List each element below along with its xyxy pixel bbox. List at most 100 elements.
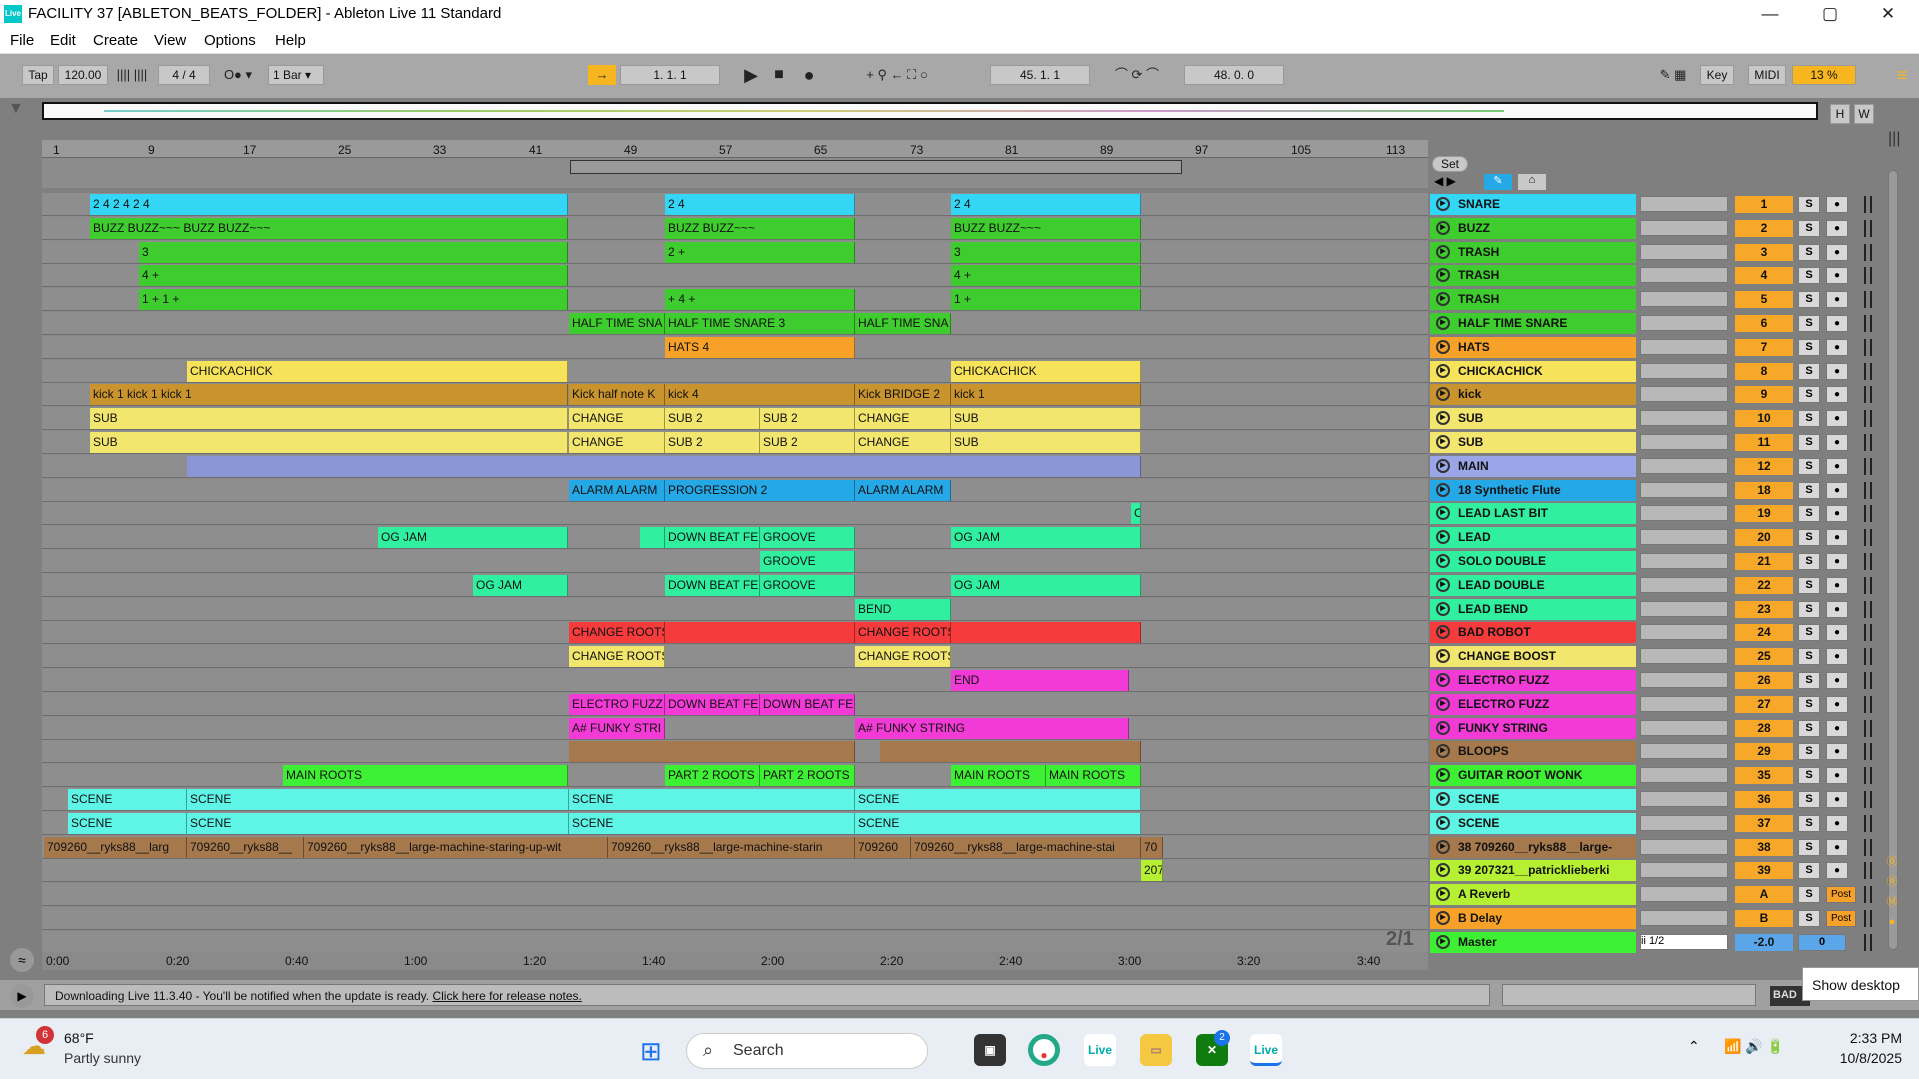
- arrangement-clip[interactable]: 1 + 1 +: [139, 289, 568, 311]
- track-header[interactable]: ▶ TRASH: [1430, 241, 1636, 263]
- arrangement-clip[interactable]: SCENE: [569, 789, 855, 810]
- solo-button[interactable]: S: [1798, 862, 1820, 880]
- arrangement-clip[interactable]: OG JAM: [951, 574, 1141, 596]
- arm-record-icon[interactable]: ●: [1826, 576, 1848, 594]
- track-lane[interactable]: [42, 645, 1428, 669]
- track-activator[interactable]: 35: [1735, 767, 1793, 785]
- track-volume-slot[interactable]: [1640, 553, 1728, 569]
- arrangement-clip[interactable]: [640, 527, 665, 549]
- arrangement-clip[interactable]: 4 +: [139, 265, 568, 287]
- arm-record-icon[interactable]: ●: [1826, 791, 1848, 808]
- clip-launch-icon[interactable]: ▶: [1436, 220, 1450, 235]
- track-header[interactable]: ▶ SOLO DOUBLE: [1430, 551, 1636, 572]
- follow-toggle-icon[interactable]: O● ▾: [216, 65, 260, 85]
- arm-record-icon[interactable]: ●: [1826, 862, 1848, 880]
- solo-button[interactable]: S: [1798, 315, 1820, 332]
- track-header[interactable]: ▶ BLOOPS: [1430, 741, 1636, 763]
- track-activator[interactable]: 29: [1735, 743, 1793, 761]
- track-volume-slot[interactable]: [1640, 910, 1728, 926]
- track-volume-slot[interactable]: [1640, 600, 1728, 617]
- track-lane[interactable]: [42, 716, 1428, 740]
- song-position-field[interactable]: 1. 1. 1: [620, 65, 720, 85]
- track-header[interactable]: ▶ Master: [1430, 931, 1636, 953]
- arrangement-clip[interactable]: CHICKACHICK: [951, 360, 1141, 382]
- solo-button[interactable]: S: [1798, 291, 1820, 309]
- clip-launch-icon[interactable]: ▶: [1436, 863, 1450, 878]
- arrangement-clip[interactable]: SCENE: [187, 789, 569, 810]
- solo-button[interactable]: S: [1798, 505, 1820, 523]
- arrangement-clip[interactable]: 3: [139, 241, 568, 263]
- track-activator[interactable]: 26: [1735, 672, 1793, 689]
- arrangement-clip[interactable]: 709260__ryks88__large-machine-staring-up…: [304, 836, 608, 858]
- set-button[interactable]: Set: [1432, 156, 1468, 172]
- clip-launch-icon[interactable]: ▶: [1436, 744, 1450, 759]
- arrangement-clip[interactable]: BUZZ BUZZ~~~: [665, 217, 855, 239]
- track-volume-slot[interactable]: [1640, 481, 1728, 498]
- track-header[interactable]: ▶ kick: [1430, 384, 1636, 406]
- track-header[interactable]: ▶ SUB: [1430, 408, 1636, 430]
- arrangement-clip[interactable]: + 4 +: [665, 289, 855, 311]
- solo-button[interactable]: S: [1798, 267, 1820, 285]
- arrangement-clip[interactable]: SUB: [951, 432, 1141, 453]
- track-header[interactable]: ▶ SUB: [1430, 432, 1636, 453]
- menu-lines-icon[interactable]: ≡: [1890, 65, 1914, 85]
- arm-record-icon[interactable]: ●: [1826, 672, 1848, 689]
- arrangement-clip[interactable]: 709260__ryks88__large-machine-stai: [911, 836, 1141, 858]
- track-header[interactable]: ▶ LEAD BEND: [1430, 598, 1636, 620]
- menu-edit[interactable]: Edit: [50, 32, 76, 49]
- stop-icon[interactable]: ■: [766, 65, 792, 85]
- track-lane[interactable]: [42, 907, 1428, 930]
- arrangement-clip[interactable]: GROOVE: [760, 574, 855, 596]
- solo-button[interactable]: S: [1798, 410, 1820, 428]
- clip-launch-icon[interactable]: ▶: [1436, 720, 1450, 735]
- arrangement-clip[interactable]: CHANGE ROOTS: [855, 622, 951, 644]
- loop-start-field[interactable]: 45. 1. 1: [990, 65, 1090, 85]
- solo-button[interactable]: S: [1798, 767, 1820, 785]
- arrangement-clip[interactable]: SUB 2: [665, 432, 760, 453]
- arrangement-clip[interactable]: kick 4: [665, 384, 855, 406]
- arrangement-clip[interactable]: 4 +: [951, 265, 1141, 287]
- arrangement-clip[interactable]: Kick BRIDGE 2: [855, 384, 951, 406]
- arm-record-icon[interactable]: ●: [1826, 362, 1848, 380]
- clip-launch-icon[interactable]: ▶: [1436, 435, 1450, 449]
- track-activator[interactable]: 2: [1735, 219, 1793, 237]
- track-header[interactable]: ▶ TRASH: [1430, 289, 1636, 311]
- wave-icon[interactable]: ≈: [10, 948, 34, 972]
- clip-launch-icon[interactable]: ▶: [1436, 911, 1450, 925]
- clip-launch-icon[interactable]: ▶: [1436, 696, 1450, 711]
- arrangement-clip[interactable]: kick 1 kick 1 kick 1: [90, 384, 568, 406]
- track-activator[interactable]: 37: [1735, 814, 1793, 832]
- clip-launch-icon[interactable]: ▶: [1436, 554, 1450, 568]
- track-volume-slot[interactable]: [1640, 624, 1728, 641]
- key-map-button[interactable]: Key: [1700, 65, 1734, 85]
- solo-button[interactable]: S: [1798, 243, 1820, 261]
- track-volume-slot[interactable]: ii 1/2: [1640, 933, 1728, 950]
- track-volume-slot[interactable]: [1640, 814, 1728, 831]
- track-header[interactable]: ▶ LEAD: [1430, 527, 1636, 549]
- track-activator[interactable]: 3: [1735, 243, 1793, 261]
- chevron-up-icon[interactable]: ⌃: [1688, 1038, 1708, 1058]
- ableton-taskbar-icon[interactable]: Live: [1084, 1034, 1116, 1066]
- arrangement-clip[interactable]: A# FUNKY STRI: [569, 717, 665, 739]
- track-activator[interactable]: 36: [1735, 791, 1793, 808]
- track-volume-slot[interactable]: [1640, 219, 1728, 236]
- menu-view[interactable]: View: [154, 32, 186, 49]
- solo-button[interactable]: 0: [1798, 933, 1846, 951]
- clip-launch-icon[interactable]: ▶: [1436, 506, 1450, 521]
- track-activator[interactable]: 19: [1735, 505, 1793, 523]
- clip-launch-icon[interactable]: ▶: [1436, 649, 1450, 664]
- solo-button[interactable]: S: [1798, 600, 1820, 618]
- track-volume-slot[interactable]: [1640, 291, 1728, 308]
- clip-launch-icon[interactable]: ▶: [1436, 625, 1450, 640]
- arrangement-clip[interactable]: SUB: [90, 432, 568, 453]
- solo-button[interactable]: S: [1798, 791, 1820, 808]
- track-header[interactable]: ▶ GUITAR ROOT WONK: [1430, 765, 1636, 787]
- arrangement-clip[interactable]: [880, 741, 1141, 763]
- minimize-button[interactable]: —: [1740, 0, 1800, 28]
- arrangement-clip[interactable]: 2 +: [665, 241, 855, 263]
- arm-record-icon[interactable]: ●: [1826, 434, 1848, 451]
- loop-brace[interactable]: [570, 160, 1182, 174]
- arrangement-clip[interactable]: ELECTRO FUZZ: [569, 693, 665, 715]
- solo-button[interactable]: S: [1798, 838, 1820, 856]
- clip-launch-icon[interactable]: ▶: [1436, 530, 1450, 545]
